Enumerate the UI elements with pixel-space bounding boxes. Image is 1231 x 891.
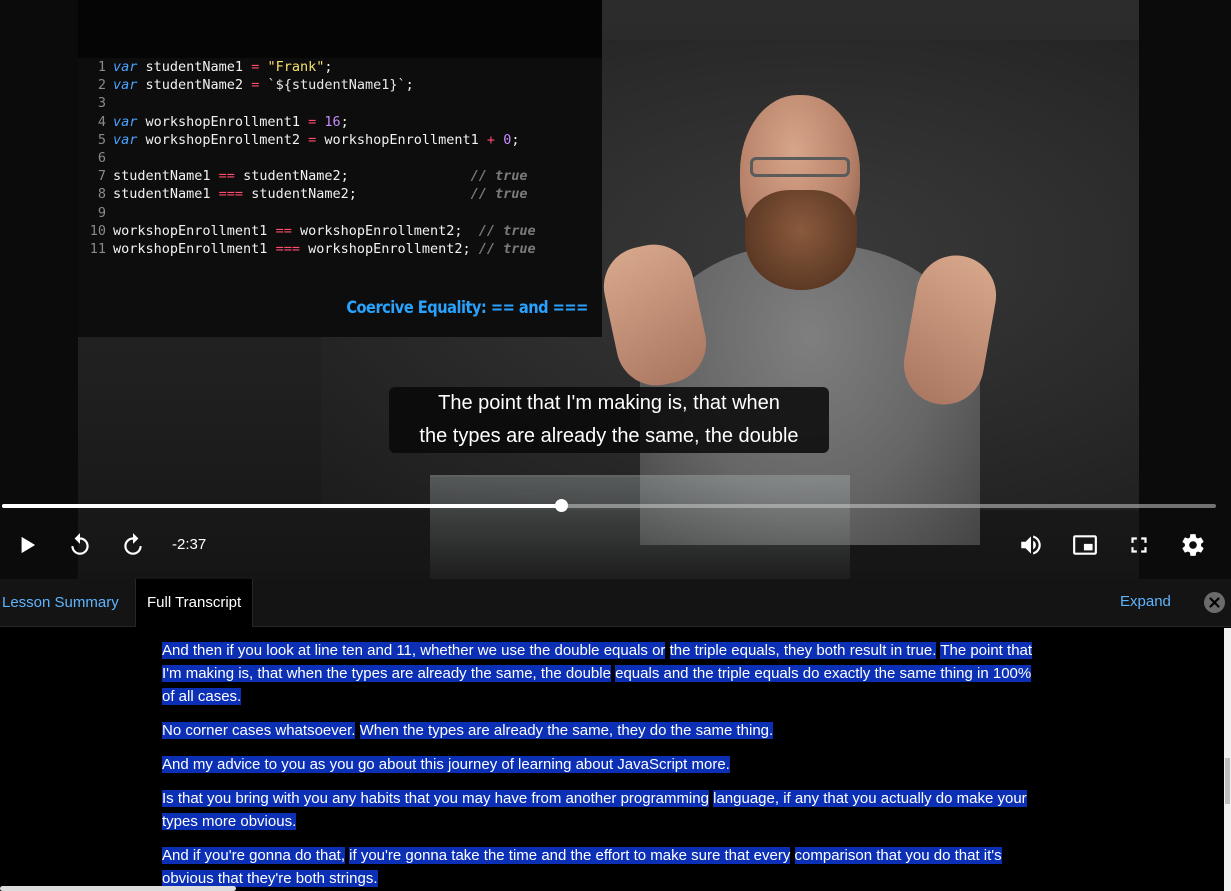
time-remaining: -2:37 [172, 536, 207, 553]
transcript-panel[interactable]: And then if you look at line ten and 11,… [0, 628, 1231, 891]
video-player[interactable]: 1 var studentName1 = "Frank"; 2 var student… [0, 0, 1231, 579]
code-line: 2 var studentName2 = `${studentName1}`; [84, 76, 599, 94]
code-line: 4 var workshopEnrollment1 = 16; [84, 113, 599, 131]
tab-lesson-summary[interactable]: Lesson Summary [0, 579, 130, 627]
close-icon [1209, 597, 1220, 608]
forward-button[interactable] [118, 530, 148, 560]
code-line: 11 workshopEnrollment1 === workshopEnroll… [84, 240, 599, 258]
caption-line-1: The point that I'm making is, that when [438, 392, 780, 414]
code-line: 1 var studentName1 = "Frank"; [84, 58, 599, 76]
line-number: 4 [97, 113, 106, 130]
code-text: studentName1 == studentName2; // true [113, 168, 528, 185]
transcript-scrollbar[interactable] [1224, 628, 1231, 891]
code-slide: 1 var studentName1 = "Frank"; 2 var student… [78, 0, 602, 337]
code-text: workshopEnrollment1 == workshopEnrollmen… [113, 222, 536, 239]
transcript-paragraph[interactable]: No corner cases whatsoever. When the typ… [162, 719, 1047, 742]
code-text: var studentName2 = `${studentName1}`; [113, 77, 414, 94]
volume-icon [1021, 535, 1041, 555]
code-line: 8 studentName1 === studentName2; // true [84, 185, 599, 203]
transcript-paragraph[interactable]: Is that you bring with you any habits th… [162, 787, 1047, 833]
code-line: 7 studentName1 == studentName2; // true [84, 167, 599, 185]
caption-line-2: the types are already the same, the doub… [419, 425, 799, 447]
code-text: var workshopEnrollment2 = workshopEnroll… [113, 131, 520, 148]
code-line: 5 var workshopEnrollment2 = workshopEnrol… [84, 131, 599, 149]
line-number: 7 [97, 168, 106, 185]
transcript-paragraph[interactable]: And then if you look at line ten and 11,… [162, 639, 1047, 708]
presenter-glasses [750, 157, 850, 177]
play-button[interactable] [12, 530, 42, 560]
line-number: 1 [97, 59, 106, 75]
horizontal-scrollbar[interactable] [0, 886, 236, 891]
code-line: 6 [84, 149, 599, 167]
seek-bar-progress [2, 504, 562, 508]
fullscreen-button[interactable] [1124, 530, 1154, 560]
line-number: 9 [97, 204, 106, 221]
transcript-segment[interactable]: Is that you bring with you any habits th… [162, 790, 709, 807]
transcript-segment[interactable]: And if you're gonna do that, [162, 847, 345, 864]
seek-bar[interactable] [2, 499, 1216, 512]
fullscreen-icon [1131, 537, 1147, 553]
transcript-segment[interactable]: if you're gonna take the time and the ef… [349, 847, 791, 864]
picture-in-picture-icon [1073, 535, 1097, 555]
tab-full-transcript[interactable]: Full Transcript [135, 579, 254, 627]
line-number: 2 [97, 77, 106, 94]
line-number: 8 [97, 186, 106, 203]
line-number: 3 [97, 95, 106, 112]
code-text: var workshopEnrollment1 = 16; [113, 113, 349, 130]
podium [430, 475, 850, 579]
scrollbar-thumb[interactable] [1225, 758, 1230, 804]
transcript-text: And then if you look at line ten and 11,… [162, 639, 1047, 891]
settings-button[interactable] [1178, 530, 1208, 560]
transcript-segment[interactable]: the triple equals, they both result in t… [669, 642, 937, 659]
presenter-beard-front [745, 190, 857, 290]
code-text: workshopEnrollment1 === workshopEnrollme… [113, 241, 536, 258]
code-text: studentName1 === studentName2; // true [113, 186, 528, 203]
line-number: 11 [89, 241, 106, 258]
line-number: 6 [97, 150, 106, 167]
seek-bar-handle[interactable] [555, 499, 569, 512]
code-line: 9 [84, 204, 599, 222]
transcript-segment[interactable]: No corner cases whatsoever. [162, 722, 356, 739]
volume-button[interactable] [1016, 530, 1046, 560]
slide-header-bar [78, 0, 602, 58]
forward-icon [124, 533, 142, 555]
line-number: 5 [97, 131, 106, 148]
gear-icon [1182, 534, 1204, 556]
transcript-segment[interactable]: When the types are already the same, the… [359, 722, 774, 739]
picture-in-picture-button[interactable] [1070, 530, 1100, 560]
transcript-segment[interactable]: And then if you look at line ten and 11,… [162, 642, 666, 659]
code-text: var studentName1 = "Frank"; [113, 59, 333, 75]
closed-caption: The point that I'm making is, that when … [389, 387, 829, 453]
transcript-paragraph[interactable]: And if you're gonna do that, if you're g… [162, 844, 1047, 890]
transcript-segment[interactable]: And my advice to you as you go about thi… [162, 756, 730, 773]
code-block: 1 var studentName1 = "Frank"; 2 var student… [84, 58, 599, 258]
play-icon [21, 536, 36, 554]
expand-button[interactable]: Expand [1120, 579, 1171, 625]
code-line: 3 [84, 94, 599, 112]
line-number: 10 [89, 222, 106, 239]
slide-title: Coercive Equality: == and === [346, 298, 588, 318]
close-button[interactable] [1204, 592, 1225, 613]
rewind-icon [71, 533, 89, 555]
video-lesson-page: 1 var studentName1 = "Frank"; 2 var student… [0, 0, 1231, 891]
rewind-button[interactable] [65, 530, 95, 560]
code-line: 10 workshopEnrollment1 == workshopEnrollm… [84, 222, 599, 240]
lesson-tabs: Lesson Summary Full Transcript Expand [0, 579, 1231, 627]
transcript-paragraph[interactable]: And my advice to you as you go about thi… [162, 753, 1047, 776]
